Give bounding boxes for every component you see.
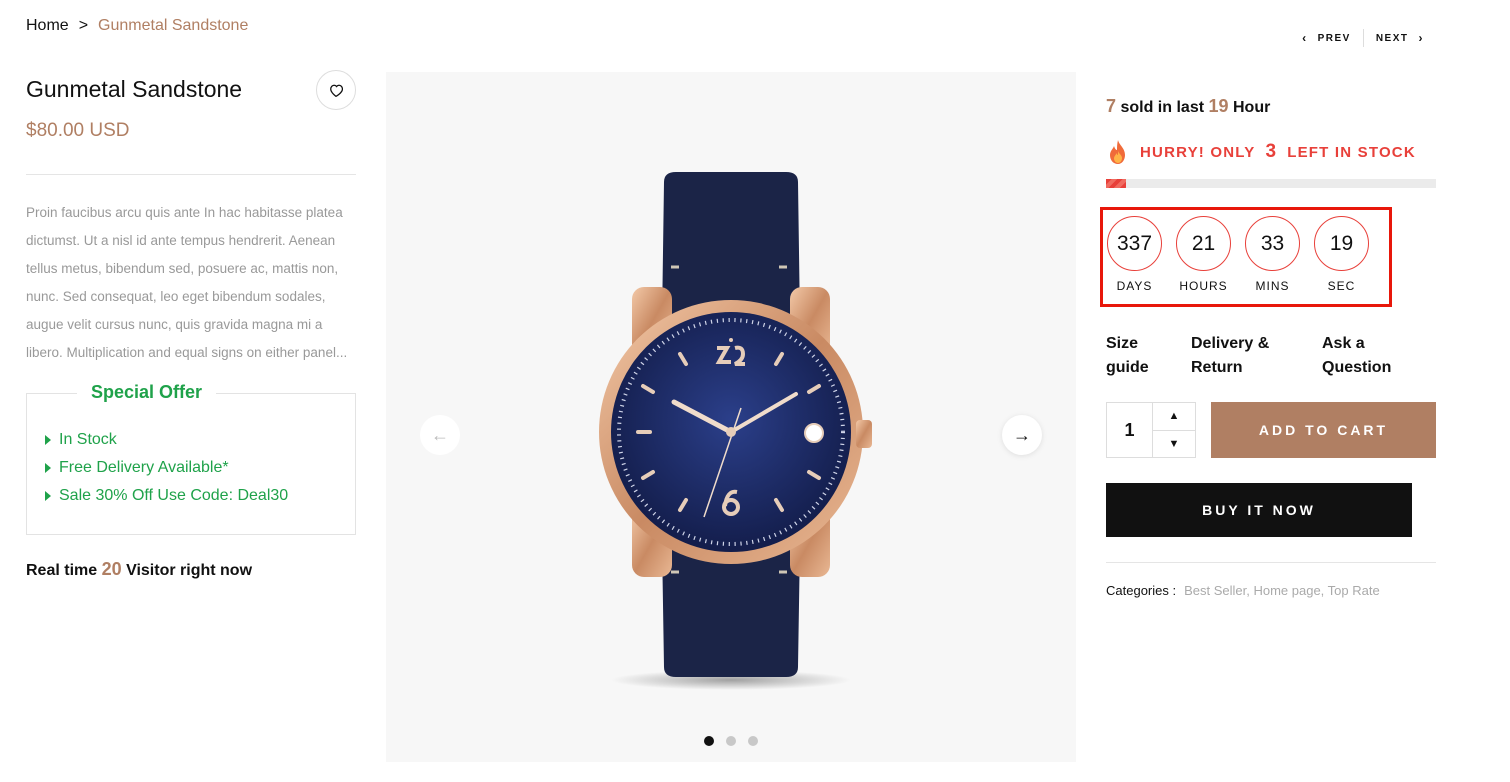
product-title: Gunmetal Sandstone (26, 76, 243, 102)
stock-prefix: HURRY! ONLY (1140, 143, 1256, 161)
sold-hours: 19 (1208, 96, 1229, 116)
ask-question-link[interactable]: Ask a Question (1322, 332, 1402, 380)
caret-down-icon: ▼ (1168, 437, 1180, 450)
next-product-link[interactable]: NEXT › (1364, 31, 1436, 45)
countdown-value: 33 (1245, 216, 1300, 271)
gallery-dot[interactable] (748, 736, 758, 746)
divider (26, 174, 356, 175)
triangle-right-icon (45, 491, 51, 501)
sold-recently: 7 sold in last 19 Hour (1106, 96, 1436, 117)
next-label: NEXT (1375, 32, 1409, 44)
stock-suffix: LEFT IN STOCK (1287, 143, 1416, 161)
sold-suffix: Hour (1232, 99, 1271, 116)
product-description: Proin faucibus arcu quis ante In hac hab… (26, 205, 348, 360)
low-stock-alert: HURRY! ONLY 3 LEFT IN STOCK (1106, 139, 1436, 165)
countdown-label: HOURS (1179, 279, 1228, 293)
triangle-right-icon (45, 463, 51, 473)
prev-label: PREV (1317, 32, 1351, 44)
visitors-count: 20 (101, 559, 122, 579)
product-info-right: 7 sold in last 19 Hour HURRY! ONLY 3 LEF… (1106, 96, 1436, 188)
add-to-cart-button[interactable]: ADD TO CART (1211, 402, 1436, 458)
special-offer-box: Special Offer In Stock Free Delivery Ava… (26, 382, 356, 535)
prev-product-link[interactable]: ‹ PREV (1290, 31, 1363, 45)
countdown-timer: 337 DAYS 21 HOURS 33 MINS 19 SEC (1103, 210, 1389, 293)
countdown-label: SEC (1327, 279, 1356, 293)
gallery-prev-button[interactable]: ← (420, 415, 460, 455)
offer-list: In Stock Free Delivery Available* Sale 3… (45, 426, 337, 510)
breadcrumb: Home > Gunmetal Sandstone (26, 17, 248, 35)
product-info-left: Gunmetal Sandstone $80.00 USD Proin fauc… (26, 70, 356, 580)
link-line: Ask a (1322, 335, 1365, 352)
stock-count: 3 (1265, 141, 1278, 162)
chevron-left-icon: ‹ (1302, 31, 1308, 45)
countdown-value: 19 (1314, 216, 1369, 271)
wishlist-button[interactable] (316, 70, 356, 110)
link-line: Return (1191, 359, 1243, 376)
title-row: Gunmetal Sandstone (26, 70, 356, 110)
countdown-days: 337 DAYS (1107, 216, 1162, 293)
triangle-right-icon (45, 435, 51, 445)
categories-label: Categories : (1106, 583, 1177, 598)
product-info-links: Size guide Delivery & Return Ask a Quest… (1106, 332, 1402, 380)
product-categories: Categories : Best Seller, Home page, Top… (1106, 583, 1380, 598)
product-pager: ‹ PREV NEXT › (1290, 29, 1436, 47)
countdown-sec: 19 SEC (1314, 216, 1369, 293)
countdown-label: DAYS (1116, 279, 1153, 293)
sold-middle-text: sold in last (1120, 99, 1205, 116)
link-line: guide (1106, 359, 1149, 376)
product-image (599, 172, 872, 690)
arrow-right-icon: → (1013, 424, 1031, 445)
quantity-increase-button[interactable]: ▲ (1153, 403, 1195, 431)
fire-icon (1110, 140, 1125, 164)
caret-up-icon: ▲ (1168, 410, 1180, 423)
quantity-stepper: 1 ▲ ▼ (1106, 402, 1196, 458)
heart-icon (330, 84, 343, 97)
product-price: $80.00 USD (26, 120, 130, 141)
gallery-dot[interactable] (726, 736, 736, 746)
breadcrumb-current: Gunmetal Sandstone (98, 17, 249, 34)
offer-item-label: In Stock (59, 431, 117, 448)
offer-item: Free Delivery Available* (45, 454, 337, 482)
link-line: Size (1106, 335, 1139, 352)
link-line: Question (1322, 359, 1392, 376)
offer-item-label: Sale 30% Off Use Code: Deal30 (59, 487, 289, 504)
offer-item-label: Free Delivery Available* (59, 459, 229, 476)
visitors-suffix: Visitor right now (126, 562, 253, 579)
countdown-label: MINS (1255, 279, 1290, 293)
quantity-input[interactable]: 1 (1107, 403, 1153, 457)
delivery-return-link[interactable]: Delivery & Return (1191, 332, 1322, 380)
gallery-next-button[interactable]: → (1002, 415, 1042, 455)
offer-item: Sale 30% Off Use Code: Deal30 (45, 482, 337, 510)
buy-it-now-button[interactable]: BUY IT NOW (1106, 483, 1412, 537)
gallery-pagination (386, 736, 1076, 746)
countdown-mins: 33 MINS (1245, 216, 1300, 293)
quantity-decrease-button[interactable]: ▼ (1153, 431, 1195, 458)
visitors-prefix: Real time (26, 562, 98, 579)
countdown-value: 337 (1107, 216, 1162, 271)
breadcrumb-home-link[interactable]: Home (26, 17, 69, 35)
sold-count: 7 (1106, 96, 1117, 116)
stock-progress-bar (1106, 179, 1436, 188)
breadcrumb-separator: > (78, 17, 89, 34)
offer-item: In Stock (45, 426, 337, 454)
countdown-value: 21 (1176, 216, 1231, 271)
quantity-arrows: ▲ ▼ (1153, 403, 1195, 457)
gallery-dot[interactable] (704, 736, 714, 746)
size-guide-link[interactable]: Size guide (1106, 332, 1191, 380)
stock-progress-fill (1106, 179, 1126, 188)
arrow-left-icon: ← (431, 424, 449, 445)
link-line: Delivery & (1191, 335, 1270, 352)
countdown-hours: 21 HOURS (1176, 216, 1231, 293)
chevron-right-icon: › (1418, 31, 1424, 45)
countdown-highlight-box: 337 DAYS 21 HOURS 33 MINS 19 SEC (1100, 207, 1392, 307)
categories-links[interactable]: Best Seller, Home page, Top Rate (1184, 583, 1380, 598)
special-offer-title: Special Offer (77, 382, 217, 403)
product-gallery: ← → (386, 72, 1076, 762)
divider (1106, 562, 1436, 563)
realtime-visitors: Real time 20 Visitor right now (26, 559, 356, 580)
